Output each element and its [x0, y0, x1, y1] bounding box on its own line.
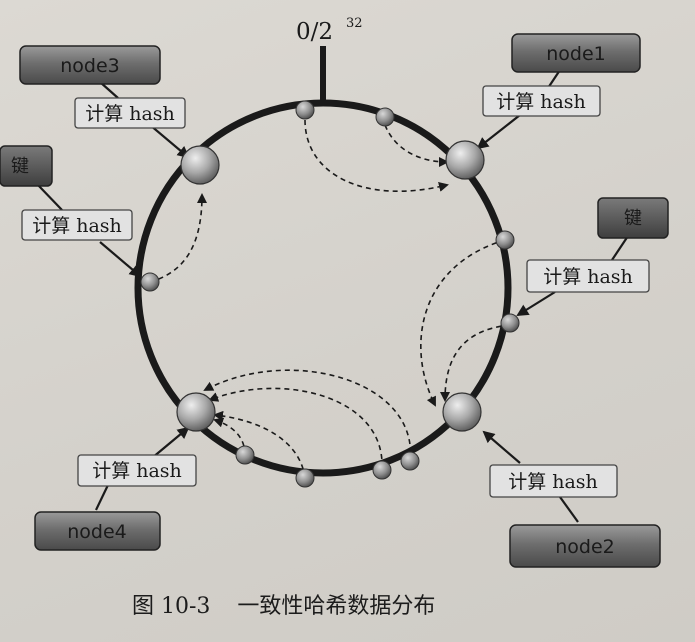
- figure-title: 一致性哈希数据分布: [237, 594, 436, 619]
- node4-sphere: [176, 392, 216, 432]
- key-left-label: 键: [11, 156, 29, 177]
- node3-sphere: [180, 145, 220, 185]
- figure-number: 图 10-3: [132, 594, 211, 619]
- node2-sphere: [442, 392, 482, 432]
- arrow-key-left-hash: [99, 241, 142, 278]
- figure-caption: 图 10-3 一致性哈希数据分布: [132, 588, 435, 620]
- node2-label: node2: [555, 536, 615, 558]
- page: 0/2 32 node3 计算 hash node1 计算 hash 键 计算 …: [0, 0, 695, 642]
- arrow-node3-hash: [149, 124, 190, 159]
- node1-sphere: [445, 140, 485, 180]
- connector-key-left: [37, 184, 63, 211]
- data-point-left: [140, 272, 160, 292]
- arrow-node1-hash: [476, 114, 521, 150]
- node4-group: 计算 hash node4: [34, 454, 197, 551]
- consistent-hash-ring-diagram: 0/2 32 node3 计算 hash node1 计算 hash 键 计算 …: [0, 16, 669, 568]
- data-point-top-right: [375, 107, 395, 127]
- hash-arrows: [99, 114, 556, 464]
- node1-label: node1: [546, 43, 606, 65]
- key-left-group: 键 计算 hash: [0, 145, 133, 241]
- node3-group: node3 计算 hash: [19, 45, 186, 129]
- data-point-right-upper: [495, 230, 515, 250]
- connector-node2: [559, 496, 579, 523]
- connector-key-right: [611, 235, 629, 261]
- data-point-top: [295, 100, 315, 120]
- node4-hash-label: 计算 hash: [92, 460, 182, 482]
- node1-group: node1 计算 hash: [482, 33, 641, 117]
- data-point-bottom-d: [235, 445, 255, 465]
- data-point-right-lower: [500, 313, 520, 333]
- ring-origin-exponent: 32: [346, 16, 363, 31]
- data-point-bottom-a: [400, 451, 420, 471]
- arrow-node2-hash: [482, 430, 521, 464]
- key-left-hash-label: 计算 hash: [32, 215, 122, 237]
- data-point-bottom-b: [372, 460, 392, 480]
- box-connectors: [37, 69, 629, 523]
- arrow-right-upper-to-node2: [420, 239, 506, 407]
- node1-hash-label: 计算 hash: [496, 91, 586, 113]
- key-right-group: 键 计算 hash: [526, 197, 669, 293]
- ring-origin-label: 0/2: [296, 19, 333, 45]
- node4-label: node4: [67, 521, 127, 543]
- key-right-hash-label: 计算 hash: [543, 266, 633, 288]
- data-point-bottom-c: [295, 468, 315, 488]
- arrow-key-right-hash: [516, 291, 556, 317]
- arrow-node4-hash: [151, 426, 190, 459]
- connector-node4: [95, 484, 109, 511]
- key-right-label: 键: [624, 208, 642, 229]
- node3-label: node3: [60, 55, 120, 77]
- node3-hash-label: 计算 hash: [85, 103, 175, 125]
- node2-hash-label: 计算 hash: [508, 471, 598, 493]
